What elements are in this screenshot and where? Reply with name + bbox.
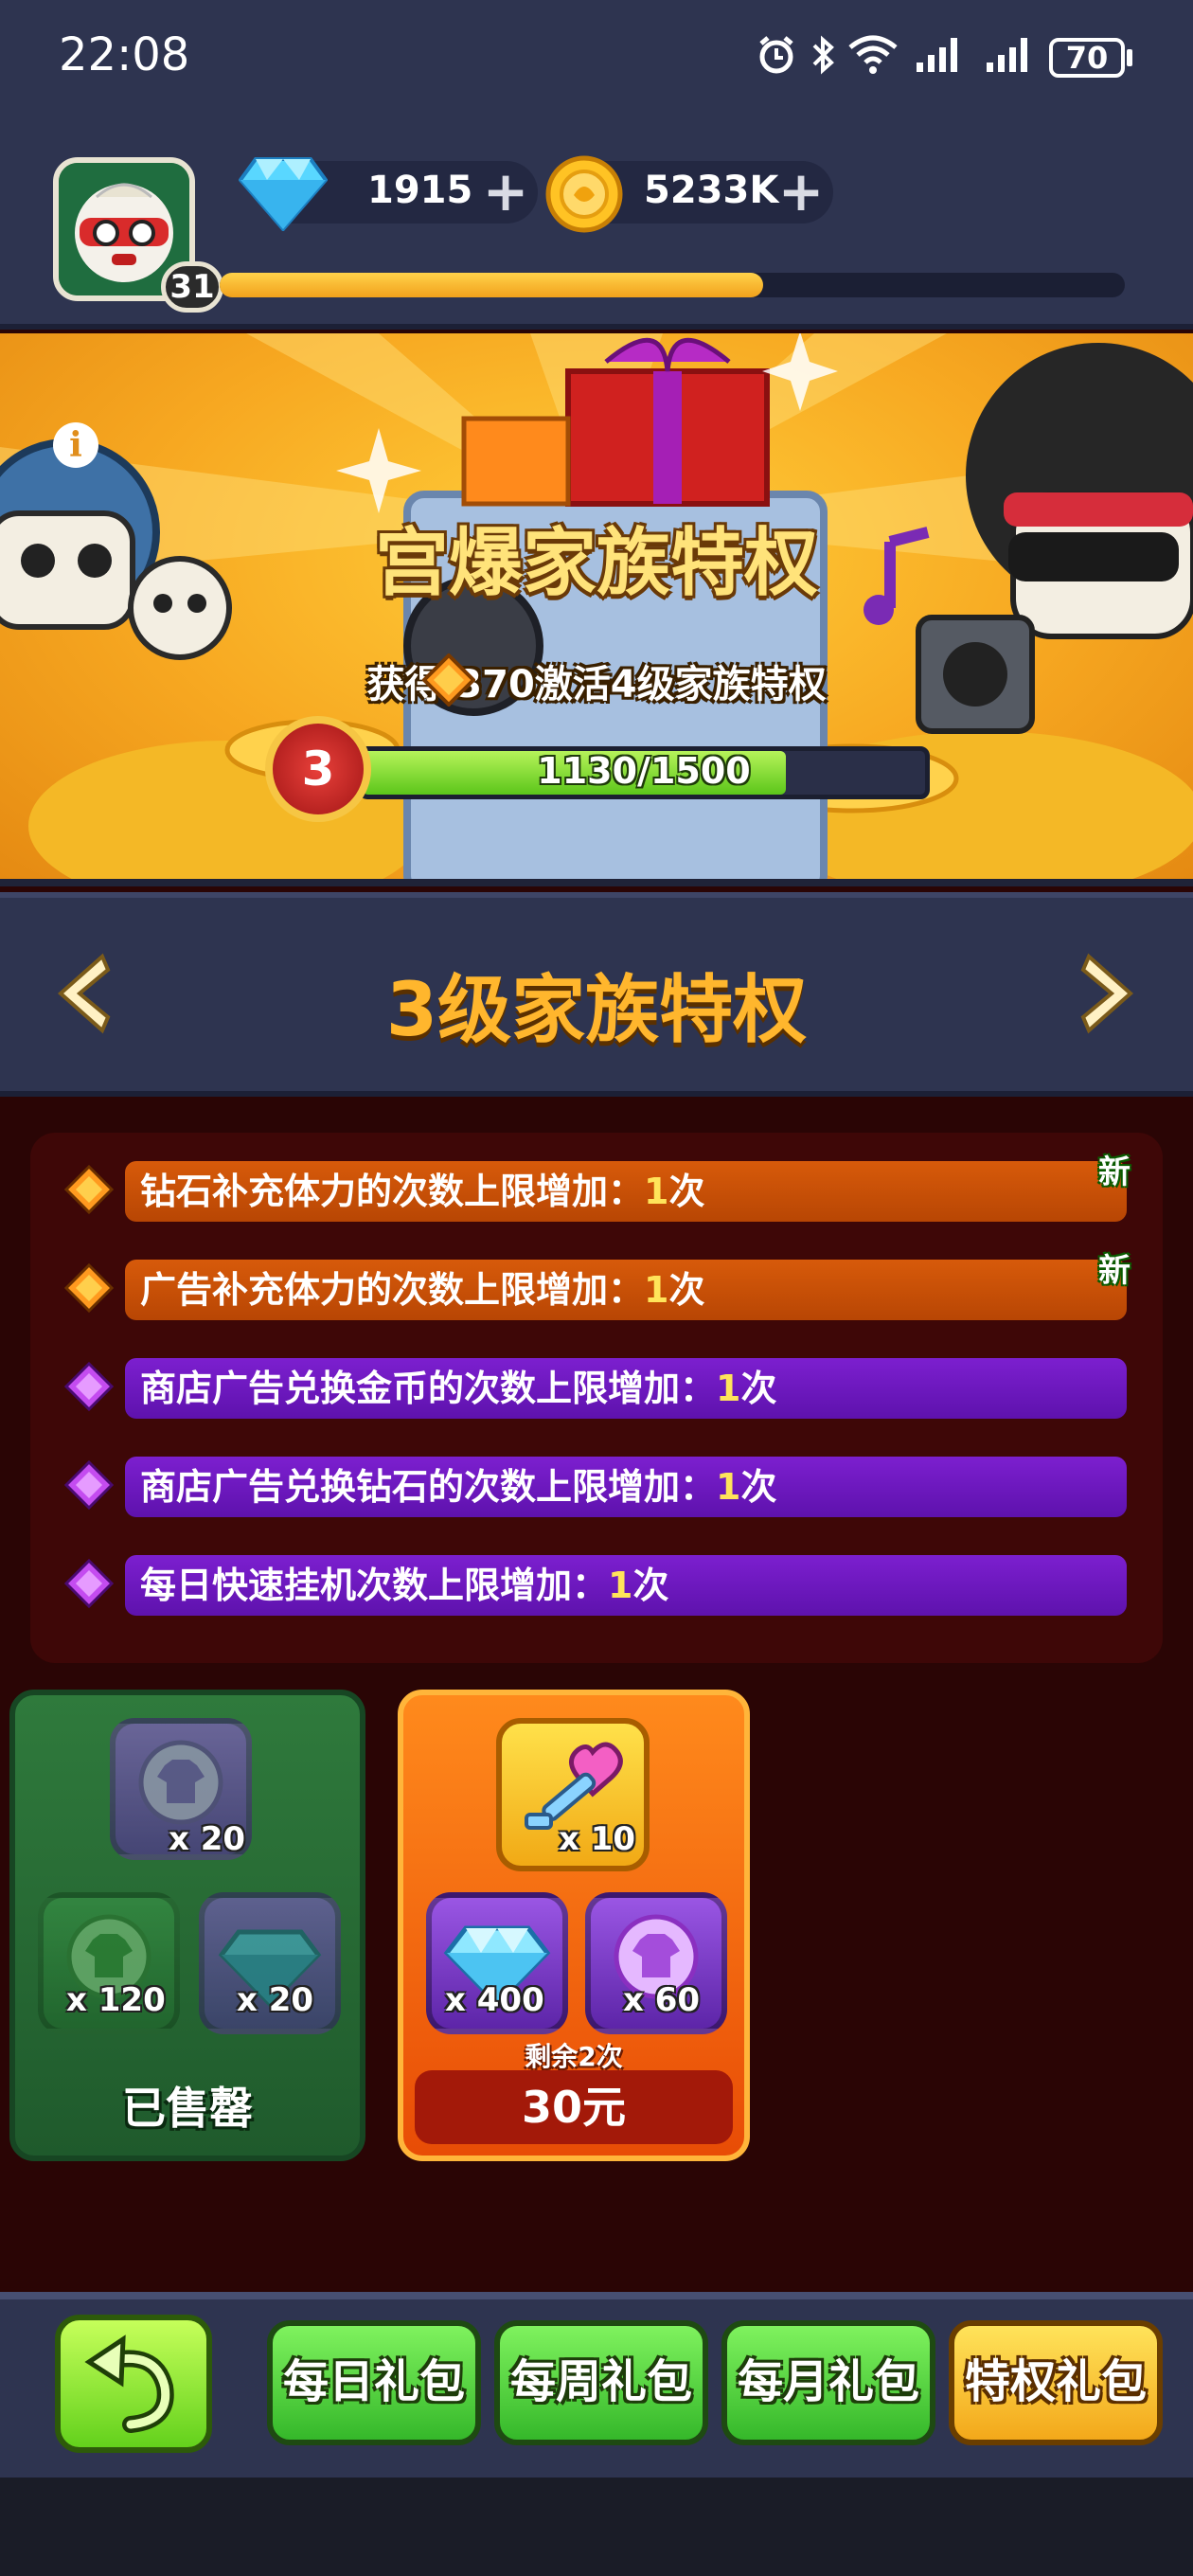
reward-qty: x 120 <box>66 1981 166 2019</box>
perk-number: 1 <box>716 1466 741 1508</box>
next-tier-arrow-icon[interactable] <box>1079 951 1146 1036</box>
purple-gem-icon <box>64 1559 114 1608</box>
perk-unit: 次 <box>668 1269 705 1311</box>
banner-subtitle: 获得 370激活4级家族特权 <box>366 663 827 707</box>
battery-tip <box>1127 49 1132 66</box>
add-diamonds-button[interactable]: + <box>479 164 532 220</box>
tab-weekly-gift[interactable]: 每周礼包 <box>494 2320 708 2445</box>
gold-count: 5233K <box>644 169 779 212</box>
sold-out-label: 已售罄 <box>122 2083 253 2134</box>
perk-item: 商店广告兑换金币的次数上限增加：1次 <box>125 1358 1127 1419</box>
add-gold-button[interactable]: + <box>775 164 828 220</box>
alarm-icon <box>759 36 793 74</box>
reward-qty: x 20 <box>169 1820 246 1858</box>
tab-daily-gift[interactable]: 每日礼包 <box>267 2320 481 2445</box>
orange-gem-icon <box>64 1263 114 1313</box>
perk-item: 商店广告兑换钻石的次数上限增加：1次 <box>125 1457 1127 1517</box>
tier-title: 3级家族特权 <box>385 968 808 1053</box>
buy-price-button[interactable]: 30元 <box>415 2070 733 2144</box>
banner-title: 宫爆家族特权 <box>374 521 818 606</box>
gold-coin-icon <box>545 155 623 233</box>
wifi-icon <box>848 35 898 74</box>
perk-number: 1 <box>716 1368 741 1409</box>
perk-text: 商店广告兑换金币的次数上限增加： <box>140 1368 717 1409</box>
tab-privilege-gift[interactable]: 特权礼包 <box>949 2320 1163 2445</box>
perk-unit: 次 <box>740 1466 777 1508</box>
bluetooth-icon <box>812 35 834 75</box>
signal-icon <box>987 38 1027 72</box>
perk-item: 广告补充体力的次数上限增加：1次 <box>125 1260 1127 1320</box>
banner-artwork <box>0 333 1193 879</box>
signal-icon <box>917 38 957 72</box>
reward-qty: x 10 <box>559 1820 636 1858</box>
perk-number: 1 <box>644 1269 669 1311</box>
perk-text: 广告补充体力的次数上限增加： <box>140 1269 645 1311</box>
privilege-progress-text: 1130/1500 <box>537 750 751 792</box>
status-time: 22:08 <box>59 28 190 81</box>
reward-qty: x 400 <box>445 1981 544 2019</box>
perk-unit: 次 <box>632 1565 669 1606</box>
reward-qty: x 60 <box>623 1981 701 2019</box>
orange-gem-icon <box>422 653 475 707</box>
remaining-purchases: 剩余2次 <box>525 2041 623 2072</box>
tab-monthly-gift[interactable]: 每月礼包 <box>721 2320 935 2445</box>
new-badge: 新 <box>1098 1252 1131 1290</box>
reward-qty: x 20 <box>237 1981 314 2019</box>
back-button[interactable] <box>55 2315 212 2453</box>
family-privilege-banner <box>0 333 1193 886</box>
perk-text: 钻石补充体力的次数上限增加： <box>140 1171 645 1212</box>
player-level-badge: 31 <box>161 261 223 313</box>
perk-unit: 次 <box>668 1171 705 1212</box>
system-gesture-area <box>0 2478 1193 2576</box>
back-arrow-icon <box>84 2334 174 2433</box>
perk-item: 每日快速挂机次数上限增加：1次 <box>125 1555 1127 1616</box>
diamond-count: 1915 <box>367 169 473 212</box>
perk-text: 每日快速挂机次数上限增加： <box>140 1565 609 1606</box>
perk-number: 1 <box>644 1171 669 1212</box>
orange-gem-icon <box>64 1165 114 1214</box>
perk-item: 钻石补充体力的次数上限增加：1次 <box>125 1161 1127 1222</box>
perk-number: 1 <box>608 1565 633 1606</box>
purple-gem-icon <box>64 1362 114 1411</box>
new-badge: 新 <box>1098 1154 1131 1191</box>
perk-text: 商店广告兑换钻石的次数上限增加： <box>140 1466 717 1508</box>
purple-gem-icon <box>64 1460 114 1510</box>
xp-bar-fill <box>220 273 763 297</box>
privilege-level-circle: 3 <box>265 716 371 822</box>
diamond-icon <box>239 157 328 231</box>
battery-indicator: 70 <box>1049 38 1125 78</box>
info-icon[interactable]: i <box>53 422 98 468</box>
perk-unit: 次 <box>740 1368 777 1409</box>
